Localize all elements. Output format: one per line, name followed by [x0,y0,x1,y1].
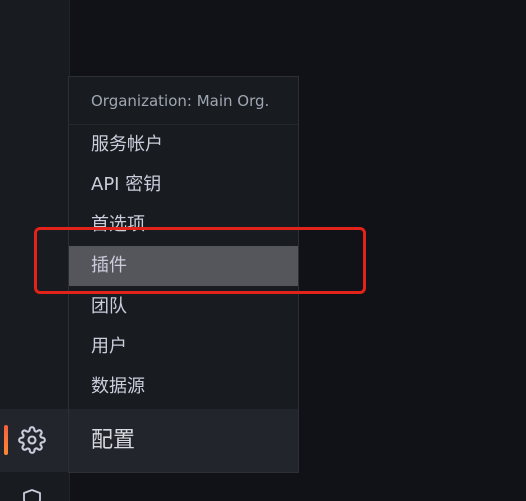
menu-item-data-sources[interactable]: 数据源 [69,367,298,407]
menu-item-teams[interactable]: 团队 [69,287,298,327]
menu-footer-configuration[interactable]: 配置 [69,409,298,472]
active-indicator [4,425,8,455]
side-menu [0,0,70,501]
configuration-dropdown-menu: Organization: Main Org. 服务帐户 API 密钥 首选项 … [68,76,299,473]
shield-icon[interactable] [20,488,44,501]
nav-item-configuration[interactable] [0,409,70,472]
app-page: Organization: Main Org. 服务帐户 API 密钥 首选项 … [0,0,526,501]
menu-item-users[interactable]: 用户 [69,327,298,367]
menu-item-api-keys[interactable]: API 密钥 [69,165,298,205]
menu-item-service-accounts[interactable]: 服务帐户 [69,125,298,165]
menu-item-preferences[interactable]: 首选项 [69,205,298,245]
menu-item-plugins[interactable]: 插件 [69,246,298,286]
org-header: Organization: Main Org. [69,77,298,125]
gear-icon [18,426,46,454]
